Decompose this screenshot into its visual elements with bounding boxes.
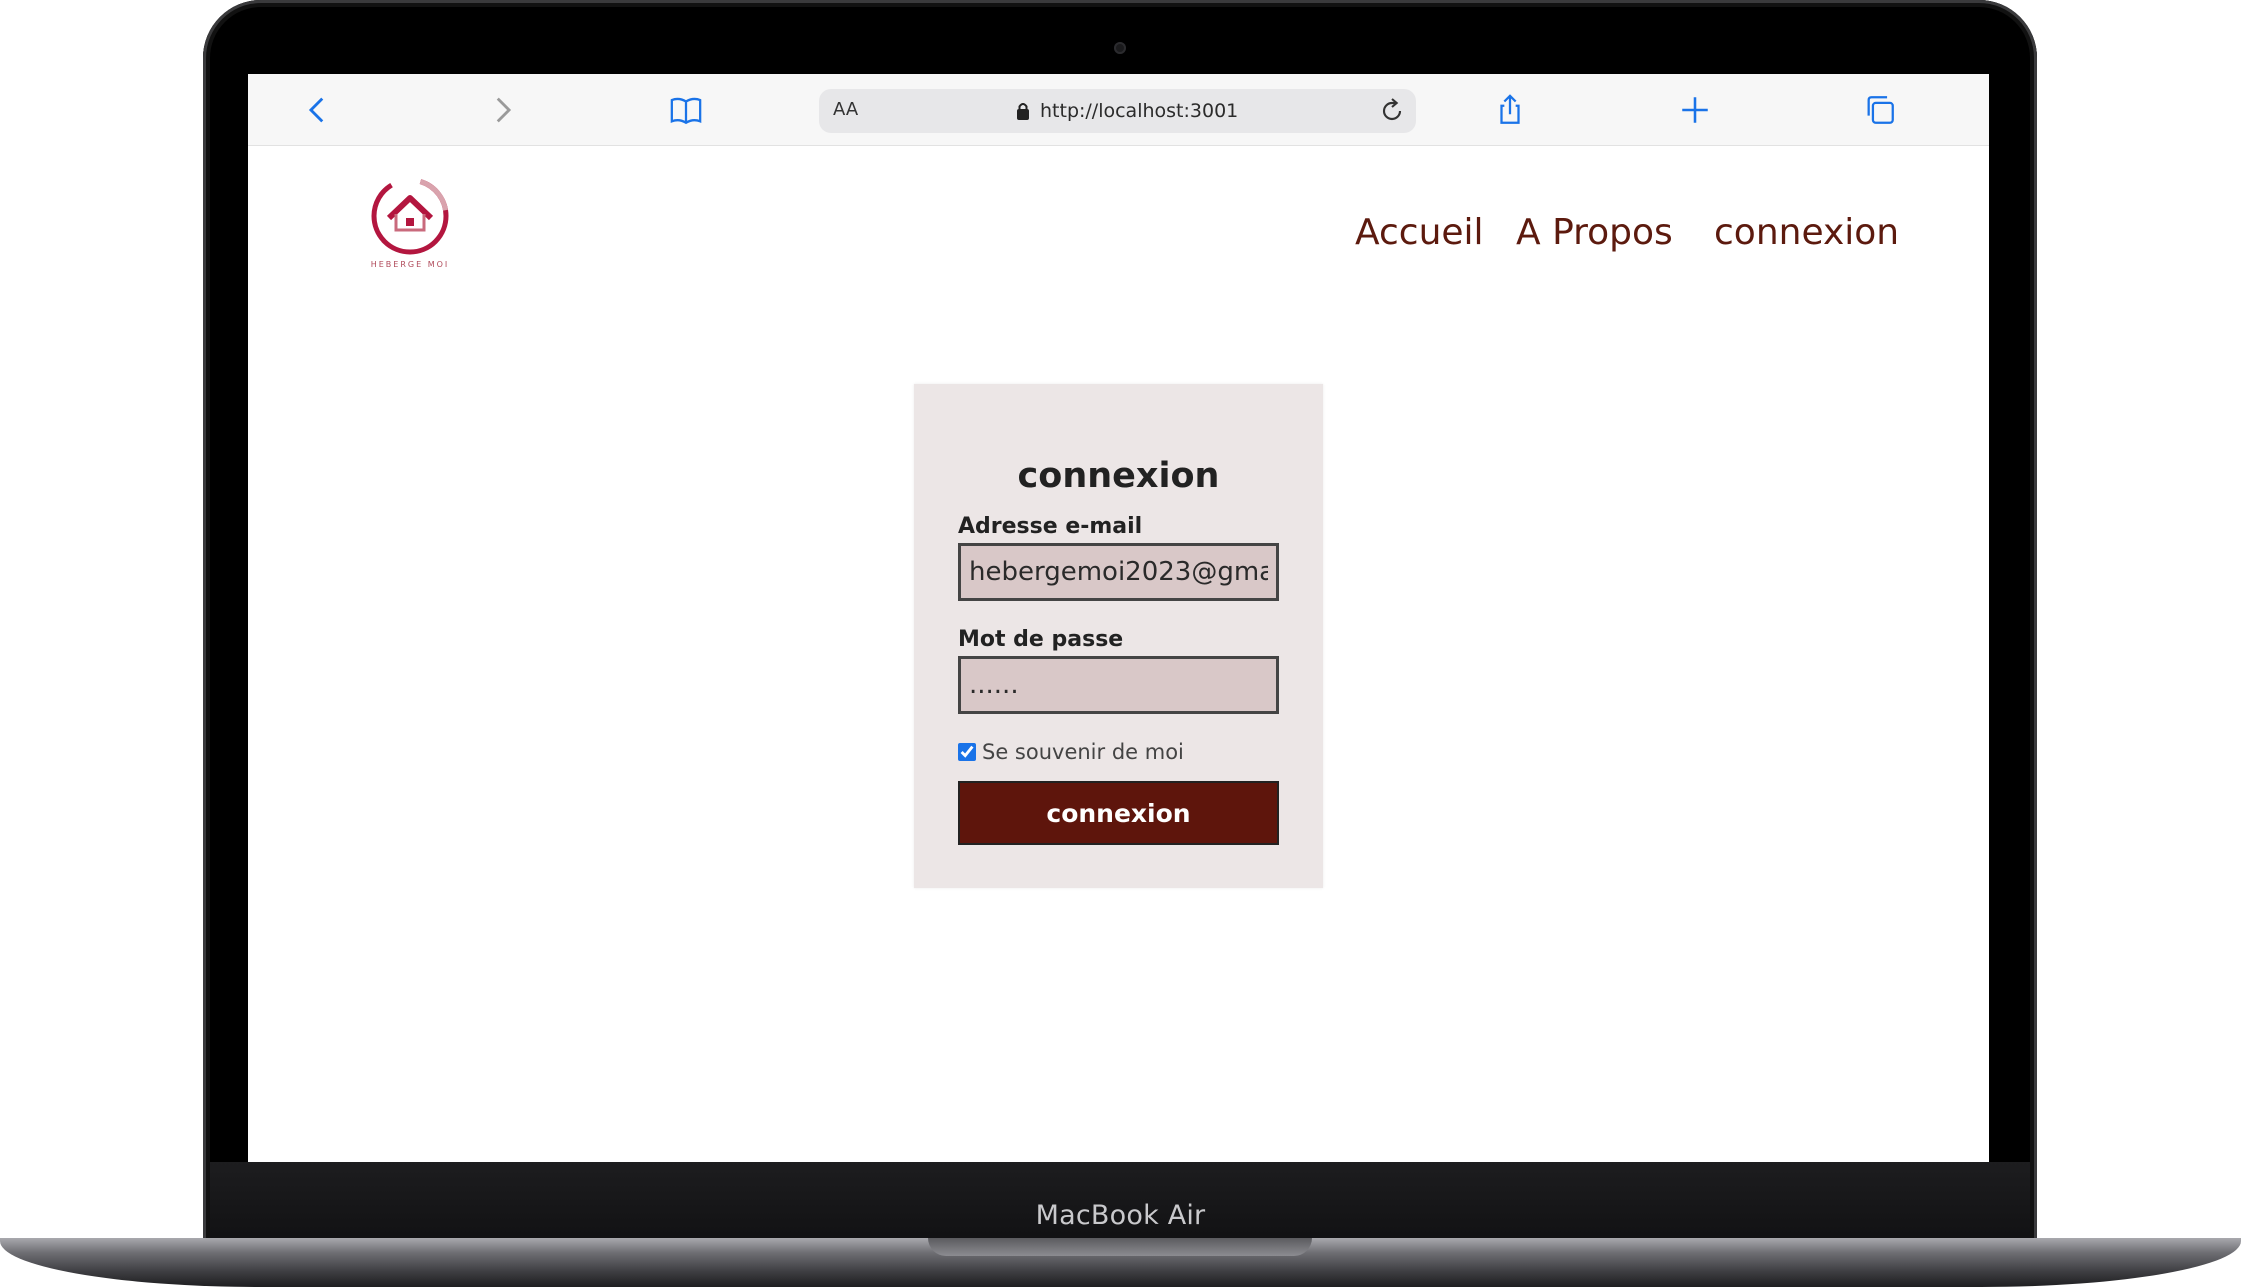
back-button[interactable]	[298, 90, 338, 130]
share-button[interactable]	[1490, 90, 1530, 130]
remember-me-row: Se souvenir de moi	[958, 740, 1184, 764]
chevron-left-icon	[308, 97, 324, 123]
laptop-hinge-notch	[928, 1238, 1312, 1256]
share-icon	[1500, 94, 1520, 124]
login-card: connexion Adresse e-mail Mot de passe Se…	[914, 384, 1323, 888]
remember-me-label: Se souvenir de moi	[982, 740, 1184, 764]
bookmarks-button[interactable]	[666, 90, 706, 130]
site-logo[interactable]: HEBERGE MOI	[365, 174, 455, 274]
password-label: Mot de passe	[958, 627, 1124, 652]
url-text: http://localhost:3001	[1040, 100, 1239, 122]
tabs-overview-button[interactable]	[1860, 90, 1900, 130]
reload-icon[interactable]	[1376, 95, 1408, 127]
device-model-label: MacBook Air	[1035, 1200, 1206, 1231]
tabs-icon	[1867, 96, 1894, 124]
email-input[interactable]	[958, 543, 1279, 601]
email-label: Adresse e-mail	[958, 514, 1143, 539]
nav-login-link[interactable]: connexion	[1714, 212, 1899, 253]
lock-icon	[1017, 103, 1029, 120]
login-submit-button[interactable]: connexion	[958, 781, 1279, 845]
plus-icon	[1682, 97, 1708, 123]
screen: AA http://localhost:3001 HEBERGE MOI Acc…	[248, 74, 1989, 1162]
remember-me-checkbox[interactable]	[958, 743, 976, 761]
new-tab-button[interactable]	[1675, 90, 1715, 130]
password-input[interactable]	[958, 656, 1279, 714]
address-bar[interactable]: AA http://localhost:3001	[819, 89, 1416, 133]
forward-button[interactable]	[482, 90, 522, 130]
camera-icon	[1114, 42, 1126, 54]
text-size-button[interactable]: AA	[833, 99, 858, 120]
nav-about-link[interactable]: A Propos	[1516, 212, 1673, 253]
nav-home-link[interactable]: Accueil	[1355, 212, 1484, 253]
chevron-right-icon	[496, 97, 512, 123]
house-logo-icon	[371, 177, 449, 255]
logo-caption: HEBERGE MOI	[370, 260, 450, 269]
login-title: connexion	[1017, 456, 1220, 496]
bookmarks-icon	[670, 97, 702, 125]
browser-toolbar: AA http://localhost:3001	[248, 74, 1989, 146]
